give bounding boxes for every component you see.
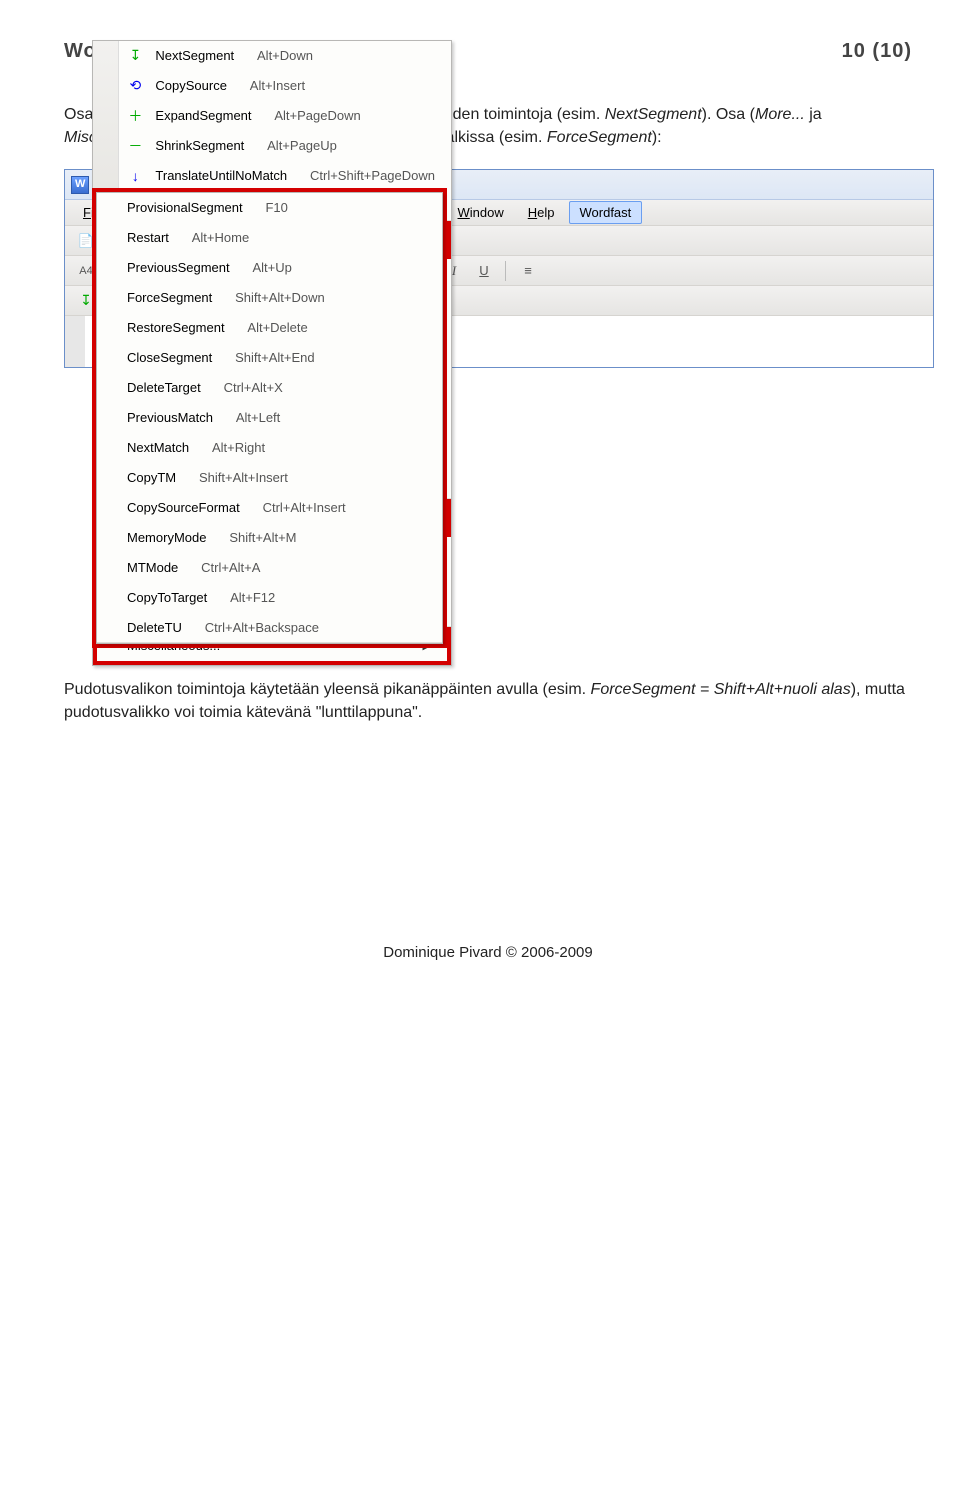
menu-item-mtmode[interactable]: MTMode Ctrl+Alt+A xyxy=(97,553,442,583)
menu-item-label: MemoryMode xyxy=(127,530,206,545)
screenshot: Document2 - Microsoft Word File Edit Vie… xyxy=(64,169,912,647)
expandsegment-icon: ＋ xyxy=(123,106,147,126)
menu-item-shortcut: Alt+Home xyxy=(192,230,249,245)
menu-item-shortcut: Alt+PageDown xyxy=(274,108,360,123)
menu-item-shortcut: Ctrl+Alt+Insert xyxy=(263,500,346,515)
menu-item-closesegment[interactable]: CloseSegment Shift+Alt+End xyxy=(97,343,442,373)
menu-item-label: ExpandSegment xyxy=(155,108,251,123)
menu-item-memorymode[interactable]: MemoryMode Shift+Alt+M xyxy=(97,523,442,553)
menu-item-label: NextMatch xyxy=(127,440,189,455)
menu-item-copysourceformat[interactable]: CopySourceFormat Ctrl+Alt+Insert xyxy=(97,493,442,523)
menu-item-copytotarget[interactable]: CopyToTarget Alt+F12 xyxy=(97,583,442,613)
menu-item-provisionalsegment[interactable]: ProvisionalSegment F10 xyxy=(97,193,442,223)
menu-item-copytm[interactable]: CopyTM Shift+Alt+Insert xyxy=(97,463,442,493)
more-submenu: ProvisionalSegment F10Restart Alt+HomePr… xyxy=(96,192,443,644)
shrinksegment-icon: － xyxy=(123,136,147,156)
menu-item-shortcut: Alt+Insert xyxy=(250,78,305,93)
menu-item-shortcut: Ctrl+Alt+Backspace xyxy=(205,620,319,635)
menu-item-deletetu[interactable]: DeleteTU Ctrl+Alt+Backspace xyxy=(97,613,442,643)
menu-item-previousmatch[interactable]: PreviousMatch Alt+Left xyxy=(97,403,442,433)
outro-paragraph: Pudotusvalikon toimintoja käytetään ylee… xyxy=(64,678,912,724)
menu-item-label: CopyToTarget xyxy=(127,590,207,605)
menu-item-nextsegment[interactable]: ↧ NextSegment Alt+Down xyxy=(119,41,451,71)
menu-item-copysource[interactable]: ⟲ CopySource Alt+Insert xyxy=(119,71,451,101)
menu-item-shortcut: Ctrl+Alt+X xyxy=(224,380,283,395)
copysource-icon: ⟲ xyxy=(123,77,147,94)
menu-item-label: Restart xyxy=(127,230,169,245)
menu-item-label: ShrinkSegment xyxy=(155,138,244,153)
menu-item-shortcut: Shift+Alt+Down xyxy=(235,290,325,305)
menu-item-expandsegment[interactable]: ＋ ExpandSegment Alt+PageDown xyxy=(119,101,451,131)
menu-item-label: CopySourceFormat xyxy=(127,500,240,515)
menu-item-shortcut: Alt+PageUp xyxy=(267,138,337,153)
menu-item-shrinksegment[interactable]: － ShrinkSegment Alt+PageUp xyxy=(119,131,451,161)
menu-item-restoresegment[interactable]: RestoreSegment Alt+Delete xyxy=(97,313,442,343)
nextsegment-icon: ↧ xyxy=(123,47,147,64)
menu-item-shortcut: Alt+Down xyxy=(257,48,313,63)
menu-item-deletetarget[interactable]: DeleteTarget Ctrl+Alt+X xyxy=(97,373,442,403)
menu-item-label: PreviousMatch xyxy=(127,410,213,425)
menu-item-shortcut: Ctrl+Alt+A xyxy=(201,560,260,575)
menu-item-label: ProvisionalSegment xyxy=(127,200,243,215)
menu-item-shortcut: Alt+Left xyxy=(236,410,280,425)
menu-item-label: CloseSegment xyxy=(127,350,212,365)
menu-item-forcesegment[interactable]: ForceSegment Shift+Alt+Down xyxy=(97,283,442,313)
menu-item-label: NextSegment xyxy=(155,48,234,63)
menu-item-previoussegment[interactable]: PreviousSegment Alt+Up xyxy=(97,253,442,283)
menu-item-label: DeleteTarget xyxy=(127,380,201,395)
menu-item-label: ForceSegment xyxy=(127,290,212,305)
menu-item-label: RestoreSegment xyxy=(127,320,225,335)
menu-item-nextmatch[interactable]: NextMatch Alt+Right xyxy=(97,433,442,463)
menu-item-shortcut: F10 xyxy=(265,200,287,215)
menu-item-label: CopyTM xyxy=(127,470,176,485)
menu-item-label: CopySource xyxy=(155,78,227,93)
menu-item-shortcut: Shift+Alt+End xyxy=(235,350,315,365)
menu-item-shortcut: Alt+Right xyxy=(212,440,265,455)
footer: Dominique Pivard © 2006-2009 xyxy=(64,944,912,961)
word-icon xyxy=(71,176,89,194)
menu-item-shortcut: Alt+Delete xyxy=(247,320,307,335)
menu-item-shortcut: Shift+Alt+Insert xyxy=(199,470,288,485)
menu-item-shortcut: Shift+Alt+M xyxy=(229,530,296,545)
menu-item-label: PreviousSegment xyxy=(127,260,230,275)
menu-item-label: DeleteTU xyxy=(127,620,182,635)
menu-item-shortcut: Alt+Up xyxy=(252,260,291,275)
menu-item-label: MTMode xyxy=(127,560,178,575)
menu-item-shortcut: Alt+F12 xyxy=(230,590,275,605)
menu-item-restart[interactable]: Restart Alt+Home xyxy=(97,223,442,253)
